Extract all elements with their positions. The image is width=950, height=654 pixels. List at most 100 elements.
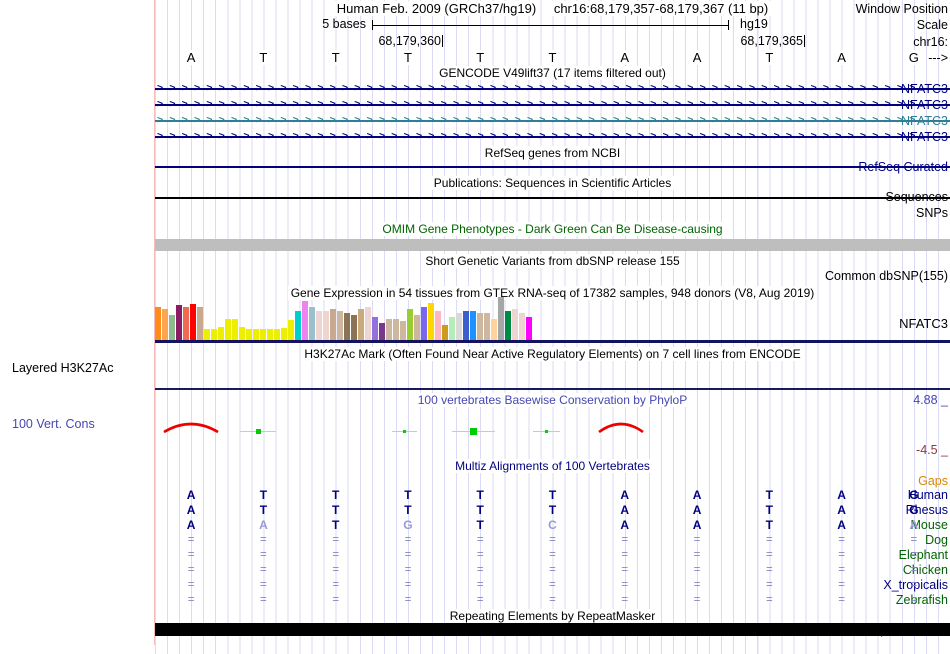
gtex-bar[interactable] xyxy=(393,319,399,341)
sequence-base: A xyxy=(836,50,847,65)
alignment-base: = xyxy=(838,594,845,606)
alignment-base: = xyxy=(549,564,556,576)
alignment-row[interactable]: ATTTTTAATAG xyxy=(155,488,950,503)
gtex-bar[interactable] xyxy=(155,307,161,341)
alignment-row[interactable]: = = = = = = = = = = = xyxy=(155,563,950,578)
gtex-bar[interactable] xyxy=(470,311,476,341)
gtex-bar[interactable] xyxy=(414,315,420,341)
gtex-bar[interactable] xyxy=(407,309,413,341)
alignment-row[interactable]: = = = = = = = = = = = xyxy=(155,593,950,608)
gtex-bar[interactable] xyxy=(309,307,315,341)
dna-sequence-row[interactable]: ATTTTTAATAG xyxy=(155,50,950,65)
scale-value: 5 bases xyxy=(322,17,366,31)
refseq-gene-bar[interactable] xyxy=(155,166,950,168)
gtex-bar[interactable] xyxy=(526,317,532,341)
gtex-bar[interactable] xyxy=(344,313,350,341)
gtex-bar[interactable] xyxy=(386,319,392,341)
alignment-base: = xyxy=(838,549,845,561)
gtex-bar[interactable] xyxy=(225,319,231,341)
gtex-bar[interactable] xyxy=(337,311,343,341)
gtex-bar[interactable] xyxy=(323,311,329,341)
gtex-bar[interactable] xyxy=(351,315,357,341)
track-label-100-vert-cons[interactable]: 100 Vert. Cons xyxy=(12,417,95,431)
gtex-bar[interactable] xyxy=(456,313,462,341)
alignment-row[interactable]: = = = = = = = = = = = xyxy=(155,548,950,563)
alignment-base: A xyxy=(259,518,268,532)
gtex-bar[interactable] xyxy=(491,319,497,341)
gtex-bar[interactable] xyxy=(463,311,469,341)
gtex-bar[interactable] xyxy=(197,307,203,341)
repeatmasker-element-bar[interactable] xyxy=(155,623,950,636)
alignment-base: = xyxy=(693,534,701,546)
alignment-base: = xyxy=(910,534,918,546)
gtex-bar[interactable] xyxy=(435,311,441,341)
gtex-bar[interactable] xyxy=(316,311,322,341)
alignment-base: = xyxy=(910,579,918,591)
gencode-transcript-row[interactable]: >>>>>>>>>>>>>>>>>>>>>>>>>>>>>>>>>>>>>>>>… xyxy=(155,114,950,127)
h3k27ac-baseline xyxy=(155,388,950,390)
phylop-positive-square xyxy=(255,429,261,434)
alignment-base: A xyxy=(620,488,630,502)
track-label-snps[interactable]: SNPs xyxy=(916,206,948,220)
phylop-min-value: -4.5 _ xyxy=(916,443,948,457)
gtex-bar[interactable] xyxy=(330,309,336,341)
gtex-bar[interactable] xyxy=(400,321,406,341)
alignment-base: A xyxy=(620,503,630,517)
alignment-base: = xyxy=(404,549,412,561)
gencode-transcript-row[interactable]: >>>>>>>>>>>>>>>>>>>>>>>>>>>>>>>>>>>>>>>>… xyxy=(155,130,950,143)
gtex-bar[interactable] xyxy=(379,323,385,341)
gtex-bar[interactable] xyxy=(505,311,511,341)
alignment-base: = xyxy=(404,579,412,591)
gtex-bar[interactable] xyxy=(358,309,364,341)
gtex-bar[interactable] xyxy=(183,307,189,341)
track-label-common-dbsnp[interactable]: Common dbSNP(155) xyxy=(825,269,948,283)
omim-gene-bar[interactable] xyxy=(155,239,950,251)
gtex-bar[interactable] xyxy=(372,317,378,341)
gtex-bar[interactable] xyxy=(449,317,455,341)
alignment-base: = xyxy=(187,564,195,576)
gtex-bar[interactable] xyxy=(176,305,182,341)
gtex-bar[interactable] xyxy=(190,304,196,341)
gtex-bar[interactable] xyxy=(218,327,224,341)
gtex-expression-barchart[interactable] xyxy=(155,295,950,341)
alignment-base: T xyxy=(765,503,773,517)
gtex-bar[interactable] xyxy=(365,307,371,341)
alignment-base: = xyxy=(404,534,412,546)
gencode-transcript-row[interactable]: >>>>>>>>>>>>>>>>>>>>>>>>>>>>>>>>>>>>>>>>… xyxy=(155,82,950,95)
gtex-bar[interactable] xyxy=(442,325,448,341)
gtex-bar[interactable] xyxy=(428,303,434,341)
dbsnp-track-title: Short Genetic Variants from dbSNP releas… xyxy=(155,254,950,268)
h3k27ac-track-title: H3K27Ac Mark (Often Found Near Active Re… xyxy=(155,347,950,361)
alignment-base: T xyxy=(476,518,484,532)
alignment-base: A xyxy=(909,518,919,532)
phylop-conservation-plot[interactable] xyxy=(155,417,950,441)
alignment-base: A xyxy=(692,518,702,532)
gtex-bar[interactable] xyxy=(295,311,301,341)
gtex-bar[interactable] xyxy=(239,327,245,341)
alignment-row[interactable]: = = = = = = = = = = = xyxy=(155,533,950,548)
gtex-bar[interactable] xyxy=(519,313,525,341)
gtex-bar[interactable] xyxy=(512,309,518,341)
gtex-bar[interactable] xyxy=(232,319,238,341)
gtex-bar[interactable] xyxy=(498,297,504,341)
alignment-base: = xyxy=(332,534,340,546)
gtex-bar[interactable] xyxy=(169,315,175,341)
gencode-transcript-row[interactable]: >>>>>>>>>>>>>>>>>>>>>>>>>>>>>>>>>>>>>>>>… xyxy=(155,98,950,111)
track-label-layered-h3k27ac[interactable]: Layered H3K27Ac xyxy=(12,361,113,375)
gtex-bar[interactable] xyxy=(484,313,490,341)
omim-track-title: OMIM Gene Phenotypes - Dark Green Can Be… xyxy=(155,222,950,236)
alignment-row[interactable]: = = = = = = = = = = = xyxy=(155,578,950,593)
sequence-base: T xyxy=(330,50,341,65)
gtex-bar[interactable] xyxy=(162,309,168,341)
alignment-row[interactable]: ATTTTTAATAG xyxy=(155,503,950,518)
gtex-bar[interactable] xyxy=(421,307,427,341)
gtex-bar[interactable] xyxy=(288,320,294,341)
alignment-base: = xyxy=(332,549,340,561)
gtex-bar[interactable] xyxy=(302,301,308,341)
gtex-bar[interactable] xyxy=(477,313,483,341)
alignment-base: = xyxy=(404,564,412,576)
species-label[interactable]: Gaps xyxy=(918,474,948,488)
alignment-row[interactable]: AATGTCAATAA xyxy=(155,518,950,533)
publications-item-bar[interactable] xyxy=(155,197,950,199)
alignment-base: = xyxy=(910,594,918,606)
